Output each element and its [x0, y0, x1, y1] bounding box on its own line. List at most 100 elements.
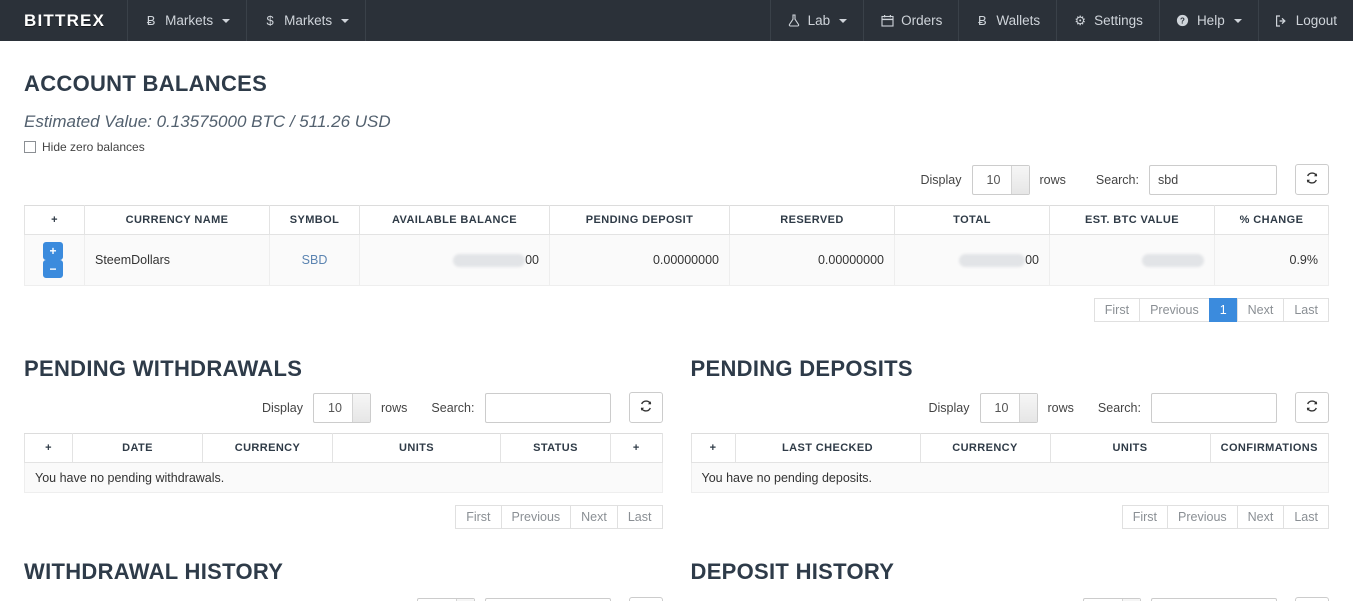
deposit-history-search-input[interactable]	[1151, 598, 1277, 601]
nav-item-help[interactable]: ? Help	[1159, 0, 1258, 41]
deposit-history-refresh-button[interactable]	[1295, 597, 1329, 601]
pending-withdrawals-rows-select[interactable]: 10	[313, 393, 371, 423]
hide-zero-balances-checkbox[interactable]	[24, 141, 36, 153]
pending-withdrawals-section: PENDING WITHDRAWALS Display 10 rows Sear…	[24, 356, 663, 529]
pending-deposits-table: + LAST CHECKED CURRENCY UNITS CONFIRMATI…	[691, 433, 1330, 493]
pagination-next[interactable]: Next	[570, 505, 617, 529]
cell-pending-deposit: 0.00000000	[550, 235, 730, 286]
search-label: Search:	[1096, 173, 1139, 187]
column-expand[interactable]: +	[25, 206, 85, 235]
nav-item-wallets[interactable]: Ƀ Wallets	[958, 0, 1056, 41]
cell-available-balance: 00	[360, 235, 550, 286]
pending-withdrawals-table: + DATE CURRENCY UNITS STATUS + You have …	[24, 433, 663, 493]
column-est-btc-value[interactable]: EST. BTC VALUE	[1050, 206, 1215, 235]
column-pct-change[interactable]: % CHANGE	[1215, 206, 1329, 235]
column-expand[interactable]: +	[691, 434, 735, 463]
pagination-page-1[interactable]: 1	[1209, 298, 1237, 322]
chevron-down-icon	[341, 19, 349, 23]
pagination-next[interactable]: Next	[1237, 505, 1284, 529]
nav-item-usd-markets[interactable]: $ Markets	[247, 0, 366, 41]
pending-deposits-section: PENDING DEPOSITS Display 10 rows Search:	[691, 356, 1330, 529]
collapse-row-button[interactable]: −	[43, 260, 63, 278]
pagination-first[interactable]: First	[1094, 298, 1139, 322]
nav-label: Help	[1197, 13, 1225, 28]
withdrawal-history-search-input[interactable]	[485, 598, 611, 601]
pending-deposits-empty-message: You have no pending deposits.	[691, 463, 1329, 493]
page-content: ACCOUNT BALANCES Estimated Value: 0.1357…	[0, 71, 1353, 601]
nav-item-lab[interactable]: Lab	[770, 0, 864, 41]
table-header-row: + DATE CURRENCY UNITS STATUS +	[25, 434, 663, 463]
withdrawal-history-refresh-button[interactable]	[629, 597, 663, 601]
column-total[interactable]: TOTAL	[895, 206, 1050, 235]
search-label: Search:	[1098, 401, 1141, 415]
column-currency-name[interactable]: CURRENCY NAME	[85, 206, 270, 235]
column-currency[interactable]: CURRENCY	[920, 434, 1050, 463]
pending-deposits-rows-select[interactable]: 10	[980, 393, 1038, 423]
nav-item-logout[interactable]: Logout	[1258, 0, 1353, 41]
nav-right-group: Lab Orders Ƀ Wallets ⚙ Settings ? Help	[770, 0, 1353, 41]
table-body: +− SteemDollars SBD 00 0.00000000 0.0000…	[25, 235, 1329, 286]
balances-search-input[interactable]	[1149, 165, 1277, 195]
display-label: Display	[929, 401, 970, 415]
pagination-previous[interactable]: Previous	[1167, 505, 1237, 529]
pagination-last[interactable]: Last	[1283, 505, 1329, 529]
pending-deposits-search-input[interactable]	[1151, 393, 1277, 423]
chevron-down-icon	[222, 19, 230, 23]
nav-item-settings[interactable]: ⚙ Settings	[1056, 0, 1159, 41]
balances-refresh-button[interactable]	[1295, 164, 1329, 195]
deposit-history-title: DEPOSIT HISTORY	[691, 559, 1330, 585]
chevron-down-icon	[839, 19, 847, 23]
hide-zero-balances-row[interactable]: Hide zero balances	[24, 140, 1329, 154]
column-currency[interactable]: CURRENCY	[203, 434, 333, 463]
column-available-balance[interactable]: AVAILABLE BALANCE	[360, 206, 550, 235]
withdrawal-history-title: WITHDRAWAL HISTORY	[24, 559, 663, 585]
nav-label: Markets	[284, 13, 332, 28]
symbol-link[interactable]: SBD	[302, 253, 328, 267]
pending-deposits-title: PENDING DEPOSITS	[691, 356, 1330, 382]
column-symbol[interactable]: SYMBOL	[270, 206, 360, 235]
column-status[interactable]: STATUS	[501, 434, 611, 463]
pending-withdrawals-pagination: First Previous Next Last	[24, 505, 663, 529]
rows-label: rows	[1048, 401, 1074, 415]
table-head: + LAST CHECKED CURRENCY UNITS CONFIRMATI…	[691, 434, 1329, 463]
pagination-first[interactable]: First	[455, 505, 500, 529]
column-pending-deposit[interactable]: PENDING DEPOSIT	[550, 206, 730, 235]
estimated-value-text: Estimated Value: 0.13575000 BTC / 511.26…	[24, 112, 1329, 132]
nav-label: Markets	[165, 13, 213, 28]
withdrawal-history-rows-select[interactable]: 10	[417, 598, 475, 601]
pagination-last[interactable]: Last	[617, 505, 663, 529]
balances-rows-select[interactable]: 10	[972, 165, 1030, 195]
balances-table-controls: Display 10 rows Search:	[24, 164, 1329, 195]
table-head: + CURRENCY NAME SYMBOL AVAILABLE BALANCE…	[25, 206, 1329, 235]
expand-row-button[interactable]: +	[43, 242, 63, 260]
column-units[interactable]: UNITS	[1050, 434, 1210, 463]
table-head: + DATE CURRENCY UNITS STATUS +	[25, 434, 663, 463]
table-header-row: + CURRENCY NAME SYMBOL AVAILABLE BALANCE…	[25, 206, 1329, 235]
row-actions-cell: +−	[25, 235, 85, 286]
bittrex-logo[interactable]: BITTREX	[0, 0, 128, 41]
column-last-checked[interactable]: LAST CHECKED	[735, 434, 920, 463]
flask-icon	[787, 14, 801, 27]
column-date[interactable]: DATE	[73, 434, 203, 463]
nav-item-orders[interactable]: Orders	[863, 0, 958, 41]
column-reserved[interactable]: RESERVED	[730, 206, 895, 235]
column-units[interactable]: UNITS	[333, 434, 501, 463]
pagination-first[interactable]: First	[1122, 505, 1167, 529]
column-confirmations[interactable]: CONFIRMATIONS	[1210, 434, 1329, 463]
pagination-previous[interactable]: Previous	[501, 505, 571, 529]
column-extra[interactable]: +	[611, 434, 663, 463]
pending-withdrawals-search-input[interactable]	[485, 393, 611, 423]
pending-deposits-refresh-button[interactable]	[1295, 392, 1329, 423]
pending-withdrawals-refresh-button[interactable]	[629, 392, 663, 423]
deposit-history-rows-select[interactable]: 10	[1083, 598, 1141, 601]
pagination-last[interactable]: Last	[1283, 298, 1329, 322]
redacted-value	[453, 254, 525, 267]
account-balances-table: + CURRENCY NAME SYMBOL AVAILABLE BALANCE…	[24, 205, 1329, 286]
column-expand[interactable]: +	[25, 434, 73, 463]
nav-item-btc-markets[interactable]: Ƀ Markets	[128, 0, 247, 41]
table-body: You have no pending deposits.	[691, 463, 1329, 493]
pagination-next[interactable]: Next	[1237, 298, 1284, 322]
pagination-previous[interactable]: Previous	[1139, 298, 1209, 322]
nav-label: Logout	[1296, 13, 1337, 28]
deposit-history-section: DEPOSIT HISTORY 10	[691, 559, 1330, 601]
